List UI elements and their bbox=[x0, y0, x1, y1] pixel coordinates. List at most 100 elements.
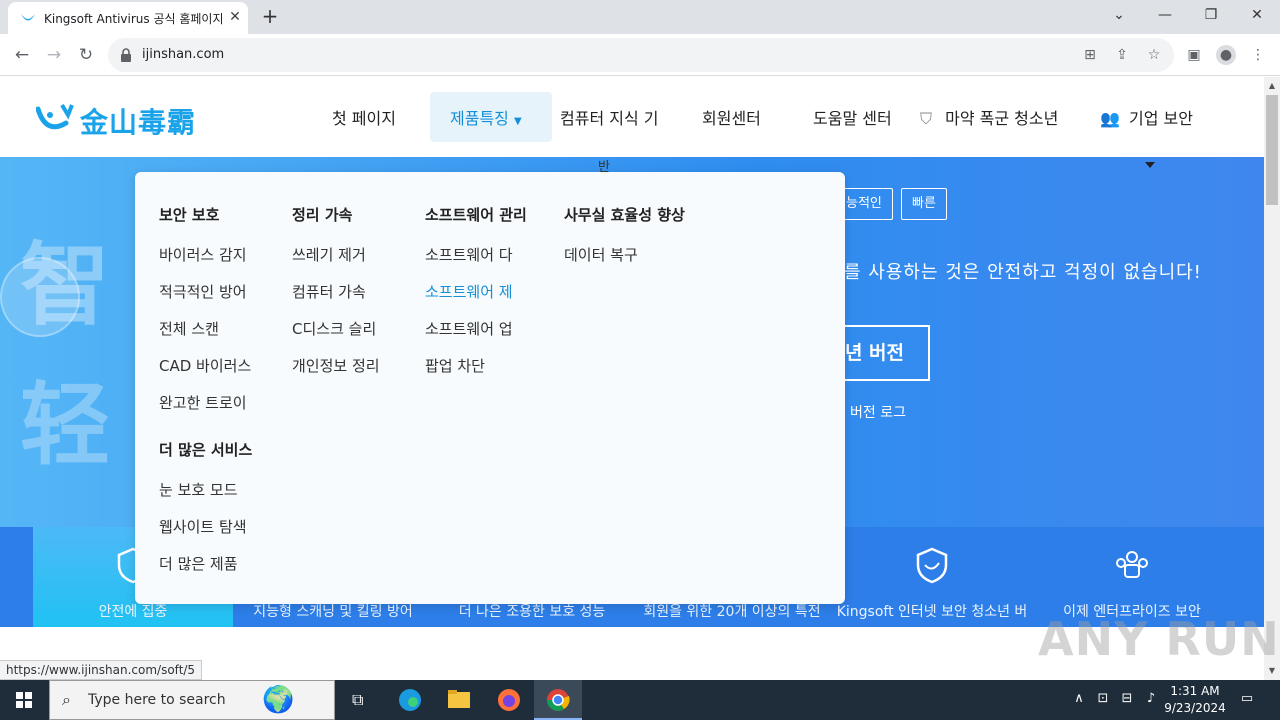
feature-label: 안전에 집중 bbox=[98, 604, 168, 620]
volume-icon[interactable]: ♪ bbox=[1142, 690, 1160, 708]
network-icon[interactable]: ⊟ bbox=[1118, 690, 1136, 708]
close-window-icon[interactable]: ✕ bbox=[1242, 4, 1272, 26]
version-log-link[interactable]: 버전 로그 bbox=[850, 402, 906, 422]
dropdown-item[interactable]: 팝업 차단 bbox=[425, 355, 485, 376]
dropdown-item[interactable]: 웹사이트 탐색 bbox=[159, 516, 247, 537]
nav-home[interactable]: 첫 페이지 bbox=[332, 105, 396, 129]
translate-icon[interactable]: ⊞ bbox=[1080, 45, 1100, 65]
hero-tag-2: 빠른 bbox=[901, 188, 947, 220]
tray-device-icon[interactable]: ⊡ bbox=[1094, 690, 1112, 708]
dropdown-heading-more-services: 더 많은 서비스 bbox=[159, 441, 253, 459]
feature-item[interactable]: Kingsoft 인터넷 보안 청소년 버 bbox=[832, 527, 1032, 627]
task-view-icon[interactable]: ⧉ bbox=[336, 680, 384, 720]
site-logo[interactable]: 金山毒霸 bbox=[36, 99, 196, 139]
minimize-icon[interactable]: — bbox=[1150, 4, 1180, 26]
nav-member-center[interactable]: 회원센터 bbox=[702, 105, 761, 129]
dropdown-item[interactable]: 적극적인 방어 bbox=[159, 281, 247, 302]
tab-title: Kingsoft Antivirus 공식 홈페이지 bbox=[44, 12, 222, 26]
nav-products[interactable]: 제품특징 ▼ bbox=[450, 105, 522, 129]
feature-label: 더 나은 조용한 보호 성능 bbox=[458, 604, 606, 620]
dropdown-item[interactable]: 소프트웨어 업 bbox=[425, 318, 513, 339]
url-text: ijinshan.com bbox=[142, 47, 225, 62]
anyrun-watermark: ANY RUN bbox=[1038, 612, 1280, 666]
nav-enterprise[interactable]: 👥 기업 보안 bbox=[1100, 105, 1193, 129]
dropdown-item[interactable]: 쓰레기 제거 bbox=[292, 244, 366, 265]
caret-down-icon: ▼ bbox=[513, 116, 522, 127]
hero-headline: 를 사용하는 것은 안전하고 걱정이 없습니다! bbox=[844, 262, 1202, 283]
nav-youth[interactable]: ⛉ 마약 폭군 청소년 bbox=[920, 105, 1058, 129]
browser-toolbar: ← → ↻ ijinshan.com ⊞ ⇪ ☆ ▣ ● ⋮ bbox=[0, 34, 1280, 76]
site-header: 金山毒霸 첫 페이지 제품특징 ▼ 컴퓨터 지식 기 회원센터 도움말 센터 ⛉… bbox=[0, 77, 1264, 157]
forward-arrow-icon[interactable]: → bbox=[42, 43, 66, 67]
products-dropdown-menu: 보안 보호 바이러스 감지 적극적인 방어 전체 스캔 CAD 바이러스 완고한… bbox=[135, 172, 845, 604]
windows-logo-icon bbox=[16, 692, 32, 708]
dropdown-item[interactable]: 데이터 복구 bbox=[564, 244, 638, 265]
shield-icon: ⛉ bbox=[920, 109, 933, 128]
scroll-up-icon[interactable]: ▲ bbox=[1264, 79, 1280, 93]
nav-products-label: 제품특징 bbox=[450, 109, 509, 128]
hero-big-char-2: 轻 bbox=[20, 372, 110, 478]
new-tab-button[interactable]: + bbox=[260, 5, 280, 27]
chrome-icon[interactable] bbox=[534, 680, 582, 720]
search-placeholder: Type here to search bbox=[88, 692, 226, 708]
dropdown-item[interactable]: C디스크 슬리 bbox=[292, 318, 376, 339]
status-url: https://www.ijinshan.com/soft/5 bbox=[0, 660, 203, 680]
scroll-thumb[interactable] bbox=[1266, 95, 1278, 205]
dropdown-item[interactable]: 눈 보호 모드 bbox=[159, 479, 238, 500]
feature-label: 회원을 위한 20개 이상의 특전 bbox=[643, 604, 821, 620]
kingsoft-favicon-icon bbox=[21, 14, 35, 21]
tray-time[interactable]: 1:31 AM bbox=[1160, 684, 1230, 698]
dropdown-heading-software: 소프트웨어 관리 bbox=[425, 206, 527, 224]
search-icon: ⌕ bbox=[62, 690, 71, 709]
reload-icon[interactable]: ↻ bbox=[74, 43, 98, 67]
shield-smile-icon bbox=[916, 547, 948, 584]
nav-enterprise-label: 기업 보안 bbox=[1129, 109, 1193, 128]
start-button[interactable] bbox=[0, 680, 48, 720]
tray-date[interactable]: 9/23/2024 bbox=[1160, 701, 1230, 715]
close-tab-icon[interactable]: ✕ bbox=[226, 8, 244, 26]
browser-tab[interactable]: Kingsoft Antivirus 공식 홈페이지 ✕ bbox=[8, 2, 248, 34]
share-icon[interactable]: ⇪ bbox=[1112, 45, 1132, 65]
restore-icon[interactable]: ❐ bbox=[1196, 4, 1226, 26]
taskbar-search-box[interactable]: ⌕ Type here to search 🌍 bbox=[49, 680, 335, 720]
firefox-icon[interactable] bbox=[485, 680, 533, 720]
nav-knowledge[interactable]: 컴퓨터 지식 기 bbox=[560, 105, 659, 129]
dropdown-item[interactable]: 소프트웨어 다 bbox=[425, 244, 513, 265]
feature-label: Kingsoft 인터넷 보안 청소년 버 bbox=[836, 604, 1028, 620]
edge-icon[interactable] bbox=[386, 680, 434, 720]
tab-strip: Kingsoft Antivirus 공식 홈페이지 ✕ + ⌄ — ❐ ✕ bbox=[0, 0, 1280, 34]
bookmark-star-icon[interactable]: ☆ bbox=[1144, 45, 1164, 65]
notifications-icon[interactable]: ▭ bbox=[1238, 690, 1256, 708]
dropdown-item[interactable]: 컴퓨터 가속 bbox=[292, 281, 366, 302]
menu-kebab-icon[interactable]: ⋮ bbox=[1248, 45, 1268, 65]
people-icon: 👥 bbox=[1100, 109, 1120, 128]
dropdown-heading-office: 사무실 효율성 향상 bbox=[564, 206, 685, 224]
logo-text: 金山毒霸 bbox=[80, 106, 197, 139]
scroll-down-icon[interactable]: ▼ bbox=[1264, 664, 1280, 678]
feature-label: 지능형 스캐닝 및 킬링 방어 bbox=[253, 604, 413, 620]
nav-caret-down-icon bbox=[1145, 162, 1155, 168]
dropdown-item[interactable]: 바이러스 감지 bbox=[159, 244, 247, 265]
dropdown-item[interactable]: 더 많은 제품 bbox=[159, 553, 238, 574]
tab-search-icon[interactable]: ⌄ bbox=[1104, 4, 1134, 26]
web-page: 金山毒霸 첫 페이지 제품특징 ▼ 컴퓨터 지식 기 회원센터 도움말 센터 ⛉… bbox=[0, 77, 1264, 680]
page-scrollbar[interactable]: ▲ ▼ bbox=[1264, 77, 1280, 680]
tray-chevron-up-icon[interactable]: ∧ bbox=[1070, 690, 1088, 708]
dropdown-item[interactable]: CAD 바이러스 bbox=[159, 355, 251, 376]
profile-avatar-icon[interactable]: ● bbox=[1216, 45, 1236, 65]
address-bar[interactable]: ijinshan.com ⊞ ⇪ ☆ bbox=[108, 38, 1174, 72]
search-highlight-icon: 🌍 bbox=[262, 685, 295, 715]
dropdown-item[interactable]: 개인정보 정리 bbox=[292, 355, 380, 376]
nav-help-center[interactable]: 도움말 센터 bbox=[813, 105, 892, 129]
file-explorer-icon[interactable] bbox=[435, 680, 483, 720]
back-arrow-icon[interactable]: ← bbox=[10, 43, 34, 67]
side-panel-icon[interactable]: ▣ bbox=[1184, 45, 1204, 65]
windows-taskbar: ⌕ Type here to search 🌍 ⧉ ∧ ⊡ ⊟ ♪ 1:31 A… bbox=[0, 680, 1280, 720]
lock-icon bbox=[121, 48, 131, 62]
nav-youth-label: 마약 폭군 청소년 bbox=[945, 109, 1059, 128]
dropdown-item[interactable]: 완고한 트로이 bbox=[159, 392, 247, 413]
dropdown-item-hovered[interactable]: 소프트웨어 제 bbox=[425, 281, 513, 302]
hero-big-char-1: 智 bbox=[20, 232, 110, 338]
logo-mark-icon bbox=[36, 103, 74, 130]
dropdown-item[interactable]: 전체 스캔 bbox=[159, 318, 219, 339]
